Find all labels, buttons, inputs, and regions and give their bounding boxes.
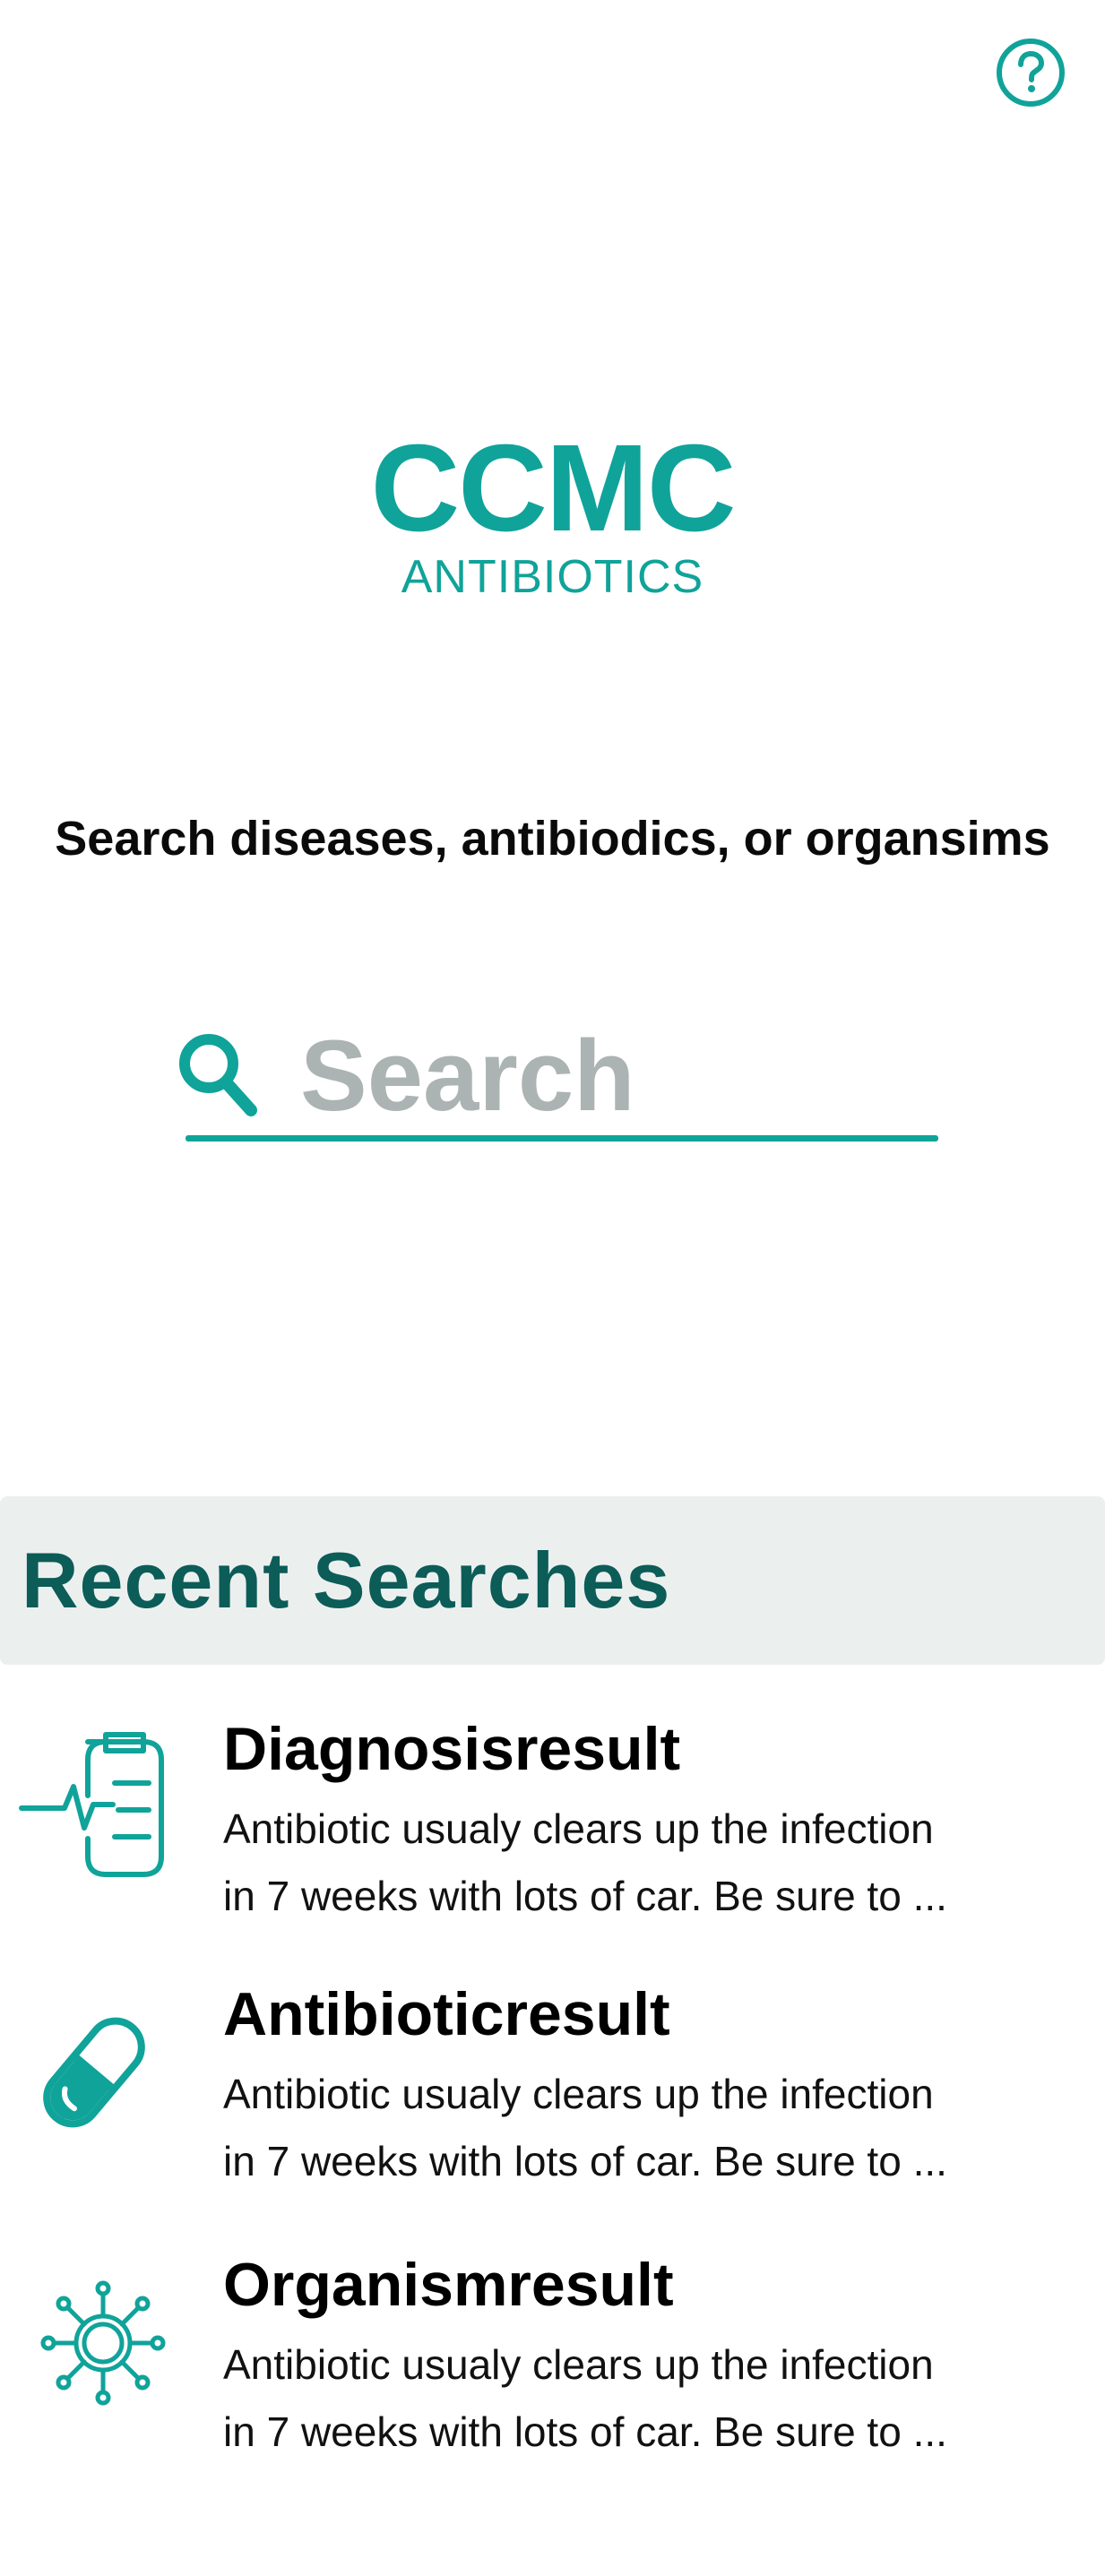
logo-title: CCMC [370, 419, 737, 557]
result-description: Antibiotic usualy clears up the infectio… [223, 1796, 1066, 1930]
result-desc-line2: in 7 weeks with lots of car. Be sure to … [223, 2138, 947, 2184]
search-prompt: Search diseases, antibiodics, or organsi… [55, 812, 1050, 866]
result-desc-line2: in 7 weeks with lots of car. Be sure to … [223, 2408, 947, 2455]
question-circle-icon [997, 39, 1065, 107]
result-description: Antibiotic usualy clears up the infectio… [223, 2061, 1066, 2195]
result-desc-line1: Antibiotic usualy clears up the infectio… [223, 2341, 934, 2388]
recent-item-antibiotic[interactable]: Antibioticresult Antibiotic usualy clear… [0, 1978, 1105, 2211]
help-button[interactable] [996, 38, 1066, 108]
virus-organism-icon [18, 2267, 170, 2419]
result-desc-line2: in 7 weeks with lots of car. Be sure to … [223, 1873, 947, 1919]
recent-searches-header: Recent Searches [0, 1496, 1105, 1665]
app-logo: CCMC ANTIBIOTICS [0, 421, 1105, 604]
result-title: Organismresult [223, 2251, 674, 2319]
pill-capsule-icon [18, 1996, 170, 2149]
result-desc-line1: Antibiotic usualy clears up the infectio… [223, 2071, 934, 2117]
logo-subtitle: ANTIBIOTICS [401, 551, 704, 603]
recent-searches-title: Recent Searches [22, 1536, 671, 1624]
diagnosis-clipboard-icon [18, 1731, 170, 1883]
search-bar [175, 1017, 941, 1142]
search-icon[interactable] [175, 1030, 261, 1121]
result-desc-line1: Antibiotic usualy clears up the infectio… [223, 1805, 934, 1852]
search-input[interactable] [300, 1017, 928, 1133]
recent-item-organism[interactable]: Organismresult Antibiotic usualy clears … [0, 2249, 1105, 2482]
recent-item-diagnosis[interactable]: Diagnosisresult Antibiotic usualy clears… [0, 1713, 1105, 1946]
result-title: Diagnosisresult [223, 1715, 681, 1783]
result-description: Antibiotic usualy clears up the infectio… [223, 2331, 1066, 2466]
result-title: Antibioticresult [223, 1980, 670, 2048]
search-underline [186, 1135, 938, 1142]
